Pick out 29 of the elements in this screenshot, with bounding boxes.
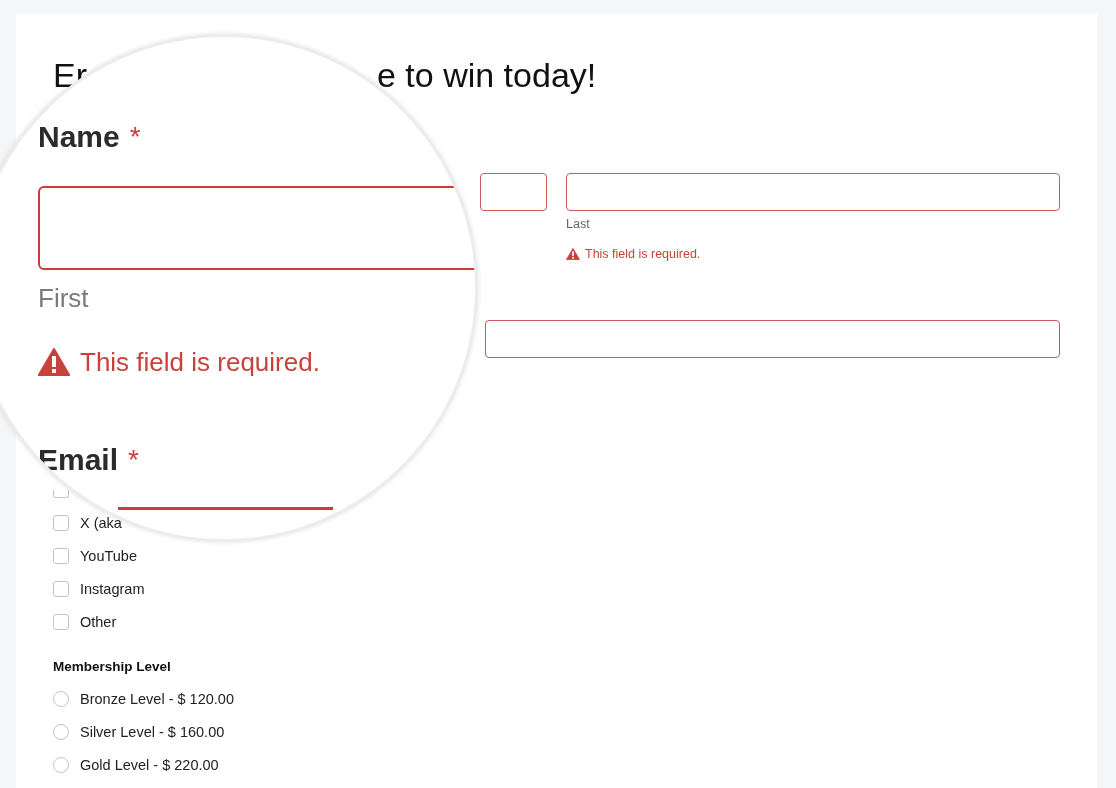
checkbox-label: Instagram [80,580,145,597]
required-mark: * [128,443,139,477]
warning-icon [38,348,70,376]
checkbox[interactable] [53,613,69,630]
radio-label: Gold Level - $ 220.00 [80,756,219,773]
field-label: Name [38,119,120,155]
radio-button[interactable] [53,756,69,773]
radio-label: Bronze Level - $ 120.00 [80,690,234,707]
checkbox-label: X (aka [80,514,122,531]
checkbox[interactable] [53,580,69,597]
radio-button[interactable] [53,723,69,740]
radio-button[interactable] [53,690,69,707]
radio-label: Silver Level - $ 160.00 [80,723,225,740]
email-field[interactable] [118,507,333,510]
checkbox-label: YouTube [80,547,137,564]
text-field[interactable] [566,173,1060,211]
checkbox[interactable] [53,547,69,564]
checkbox-label: Other [80,613,117,630]
error-message: This field is required. [585,246,701,262]
email-field[interactable] [485,320,1060,358]
form-title: e to win today! [377,55,597,95]
error-message: This field is required. [80,346,320,378]
required-mark: * [129,120,141,154]
text-field[interactable] [480,173,547,211]
warning-icon [566,248,580,260]
group-label: Membership Level [53,658,172,676]
text-field[interactable] [38,186,475,270]
field-sublabel: Last [566,217,591,232]
field-sublabel: First [38,282,90,314]
